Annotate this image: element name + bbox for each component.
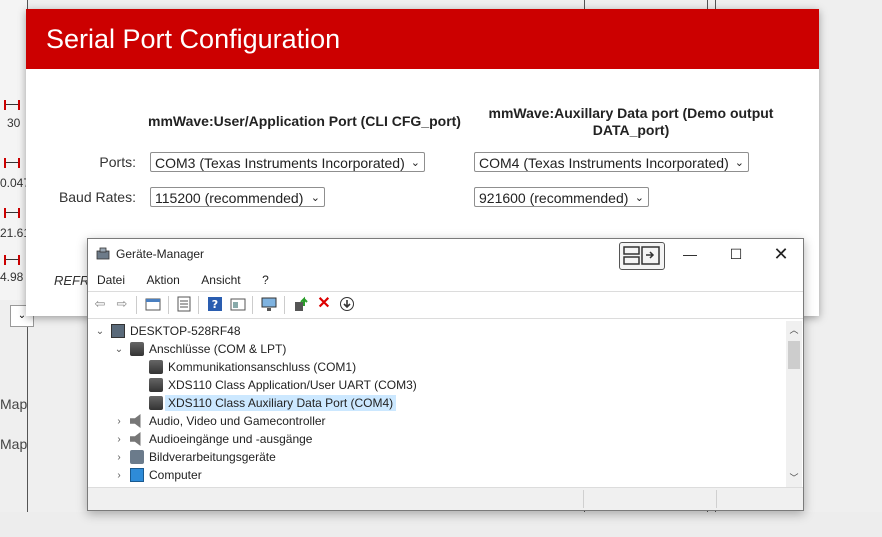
user-port-select[interactable]: COM3 (Texas Instruments Incorporated) ⌄: [150, 152, 425, 172]
user-port-heading: mmWave:User/Application Port (CLI CFG_po…: [148, 113, 461, 129]
tree-group-computer[interactable]: › Computer: [113, 466, 202, 484]
status-bar: [88, 487, 803, 510]
chevron-right-icon[interactable]: ›: [113, 416, 125, 427]
user-baud-select[interactable]: 115200 (recommended) ⌄: [150, 187, 325, 207]
toolbar-separator: [168, 296, 169, 314]
background-tick-label: 4.98: [0, 270, 24, 284]
tree-group-audio-io[interactable]: › Audioeingänge und -ausgänge: [113, 430, 312, 448]
help-icon[interactable]: ?: [207, 296, 223, 312]
dialog-header: Serial Port Configuration: [26, 9, 819, 69]
uninstall-icon[interactable]: ✕: [316, 296, 332, 312]
aux-baud-select-value: 921600 (recommended): [479, 190, 629, 206]
tree-group-label: Anschlüsse (COM & LPT): [149, 342, 287, 356]
menu-aktion[interactable]: Aktion: [137, 269, 179, 287]
tree-group-audio-video[interactable]: › Audio, Video und Gamecontroller: [113, 412, 326, 430]
background-bottom-bar: [0, 512, 882, 537]
tree-root[interactable]: ⌄ DESKTOP-528RF48: [94, 322, 241, 340]
toolbar: ⇦ ⇨ ? ✕: [88, 291, 803, 319]
aux-port-heading: mmWave:Auxillary Data port (Demo output …: [488, 105, 774, 138]
tree-group-imaging[interactable]: › Bildverarbeitungsgeräte: [113, 448, 276, 466]
device-tree: ⌄ DESKTOP-528RF48 ⌄ Anschlüsse (COM & LP…: [88, 321, 788, 487]
monitor-icon: [130, 468, 144, 482]
device-manager-icon: [96, 247, 110, 260]
toolbar-separator: [136, 296, 137, 314]
status-divider: [583, 490, 584, 508]
tree-item-com1[interactable]: Kommunikationsanschluss (COM1): [149, 358, 356, 376]
list-icon[interactable]: [176, 296, 192, 312]
tree-group-label: Audioeingänge und -ausgänge: [149, 432, 313, 446]
svg-text:?: ?: [212, 298, 218, 311]
menu-bar: Datei Aktion Ansicht ?: [88, 269, 803, 291]
scroll-up-icon[interactable]: ︿: [786, 323, 802, 337]
computer-icon: [111, 324, 125, 338]
vertical-scrollbar[interactable]: ︿ ﹀: [786, 321, 802, 487]
chevron-right-icon[interactable]: ›: [113, 452, 125, 463]
tree-item-com4[interactable]: XDS110 Class Auxiliary Data Port (COM4): [149, 394, 397, 412]
chevron-down-icon[interactable]: ⌄: [113, 344, 125, 355]
chevron-right-icon[interactable]: ›: [113, 434, 125, 445]
status-divider: [716, 490, 717, 508]
back-icon[interactable]: ⇦: [92, 296, 108, 312]
port-icon: [130, 342, 144, 356]
tree-group-label: Bildverarbeitungsgeräte: [149, 450, 276, 464]
tree-group-label: Computer: [149, 468, 202, 482]
properties-icon[interactable]: [145, 296, 161, 312]
tree-item-com3[interactable]: XDS110 Class Application/User UART (COM3…: [149, 376, 417, 394]
chevron-right-icon[interactable]: ›: [113, 470, 125, 481]
aux-baud-select[interactable]: 921600 (recommended) ⌄: [474, 187, 649, 207]
chevron-down-icon: ⌄: [634, 192, 644, 204]
aux-port-select-value: COM4 (Texas Instruments Incorporated): [479, 155, 729, 171]
tree-group-ports[interactable]: ⌄ Anschlüsse (COM & LPT): [113, 340, 286, 358]
menu-help[interactable]: ?: [253, 269, 269, 287]
user-baud-select-value: 115200 (recommended): [155, 190, 304, 206]
toolbar-separator: [284, 296, 285, 314]
toolbar-separator: [198, 296, 199, 314]
scroll-down-icon[interactable]: ﹀: [786, 471, 802, 485]
monitor-scan-icon[interactable]: [261, 296, 277, 312]
background-marker: [4, 255, 20, 265]
ports-label: Ports:: [99, 154, 136, 170]
speaker-icon: [130, 414, 141, 428]
maximize-button[interactable]: ☐: [713, 239, 759, 269]
window-title: Geräte-Manager: [116, 247, 205, 261]
update-driver-icon[interactable]: [293, 296, 309, 312]
view-icon[interactable]: [230, 296, 246, 312]
chevron-down-icon: ⌄: [410, 157, 420, 169]
menu-ansicht[interactable]: Ansicht: [192, 269, 240, 287]
camera-icon: [130, 450, 144, 464]
device-manager-window: Geräte-Manager — ☐ ✕ Datei Aktion Ansich…: [87, 238, 804, 511]
background-marker: [4, 158, 20, 168]
tree-root-label: DESKTOP-528RF48: [130, 324, 241, 338]
minimize-button[interactable]: —: [667, 239, 713, 269]
dialog-title: Serial Port Configuration: [46, 23, 341, 54]
download-icon[interactable]: [339, 296, 355, 312]
title-bar[interactable]: Geräte-Manager — ☐ ✕: [88, 239, 804, 270]
port-icon: [149, 396, 163, 410]
baud-rates-label: Baud Rates:: [58, 189, 136, 205]
background-map-label: Map: [0, 436, 28, 452]
tree-item-label: Kommunikationsanschluss (COM1): [168, 360, 357, 374]
toolbar-separator: [252, 296, 253, 314]
user-port-select-value: COM3 (Texas Instruments Incorporated): [155, 155, 405, 171]
port-icon: [149, 360, 163, 374]
close-button[interactable]: ✕: [758, 239, 804, 269]
tree-group-label: Audio, Video und Gamecontroller: [149, 414, 326, 428]
background-marker: [4, 208, 20, 218]
tree-item-label: XDS110 Class Auxiliary Data Port (COM4): [165, 395, 397, 411]
speaker-icon: [130, 432, 141, 446]
background-marker: [4, 100, 20, 110]
port-icon: [149, 378, 163, 392]
forward-icon[interactable]: ⇨: [114, 296, 130, 312]
background-map-label: Map: [0, 396, 28, 412]
chevron-down-icon: ⌄: [310, 192, 320, 204]
chevron-down-icon: ⌄: [734, 157, 744, 169]
snap-layout-icon[interactable]: [619, 242, 665, 270]
menu-datei[interactable]: Datei: [88, 269, 125, 287]
background-tick-label: 30: [7, 116, 21, 130]
chevron-down-icon[interactable]: ⌄: [94, 326, 106, 337]
aux-port-select[interactable]: COM4 (Texas Instruments Incorporated) ⌄: [474, 152, 749, 172]
refresh-label[interactable]: REFR: [54, 273, 89, 288]
scroll-thumb[interactable]: [788, 341, 800, 369]
tree-item-label: XDS110 Class Application/User UART (COM3…: [168, 378, 417, 392]
